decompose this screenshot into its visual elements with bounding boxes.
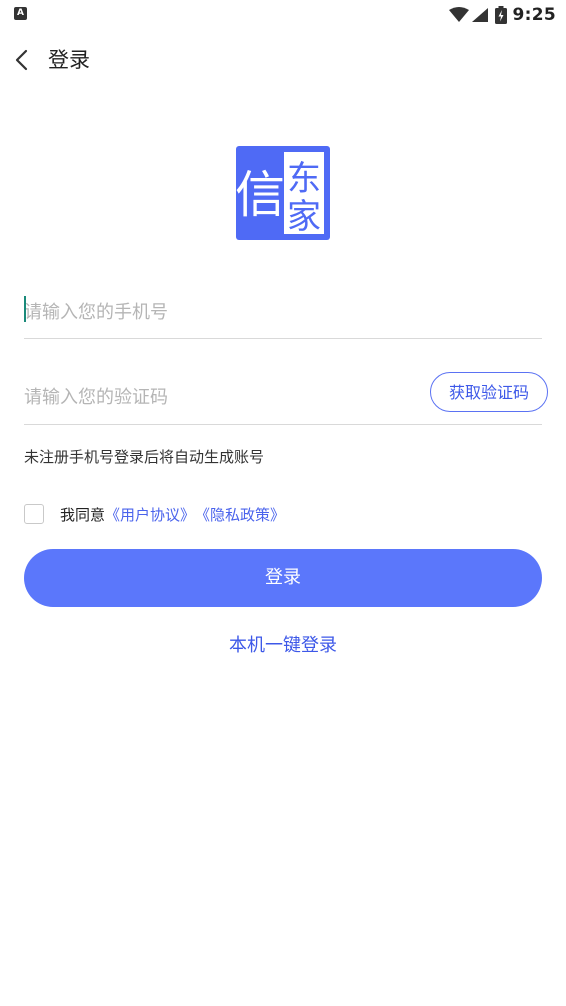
status-bar: A 9:25 [0, 0, 566, 30]
auto-register-hint: 未注册手机号登录后将自动生成账号 [24, 448, 265, 466]
back-button[interactable] [8, 44, 38, 76]
verification-code-input[interactable] [24, 370, 404, 424]
chevron-left-icon [15, 49, 28, 71]
get-code-button[interactable]: 获取验证码 [430, 372, 548, 412]
logo-char-top: 东 [287, 159, 321, 199]
user-agreement-link[interactable]: 《用户协议》 [105, 504, 195, 525]
agreement-prefix: 我同意 [60, 505, 106, 524]
header: 登录 [0, 38, 566, 82]
status-icons: 9:25 [448, 4, 556, 26]
page-title: 登录 [48, 48, 90, 72]
phone-field [24, 286, 542, 339]
login-button[interactable]: 登录 [24, 549, 542, 607]
wifi-icon [448, 7, 469, 22]
app-logo: 信 东 家 [235, 146, 330, 240]
text-cursor [24, 296, 26, 322]
phone-input[interactable] [24, 286, 542, 338]
notification-icon: A [14, 7, 27, 20]
privacy-policy-link[interactable]: 《隐私政策》 [195, 504, 285, 525]
logo-char-left: 信 [236, 166, 285, 224]
signal-icon [471, 8, 488, 22]
agreement-row: 我同意 《用户协议》 《隐私政策》 [24, 502, 285, 526]
code-field: 获取验证码 [24, 370, 548, 425]
status-time: 9:25 [512, 5, 556, 25]
battery-icon [494, 6, 507, 24]
one-tap-login-link[interactable]: 本机一键登录 [0, 631, 566, 657]
agreement-checkbox[interactable] [24, 504, 44, 524]
logo-char-bottom: 家 [287, 197, 321, 237]
